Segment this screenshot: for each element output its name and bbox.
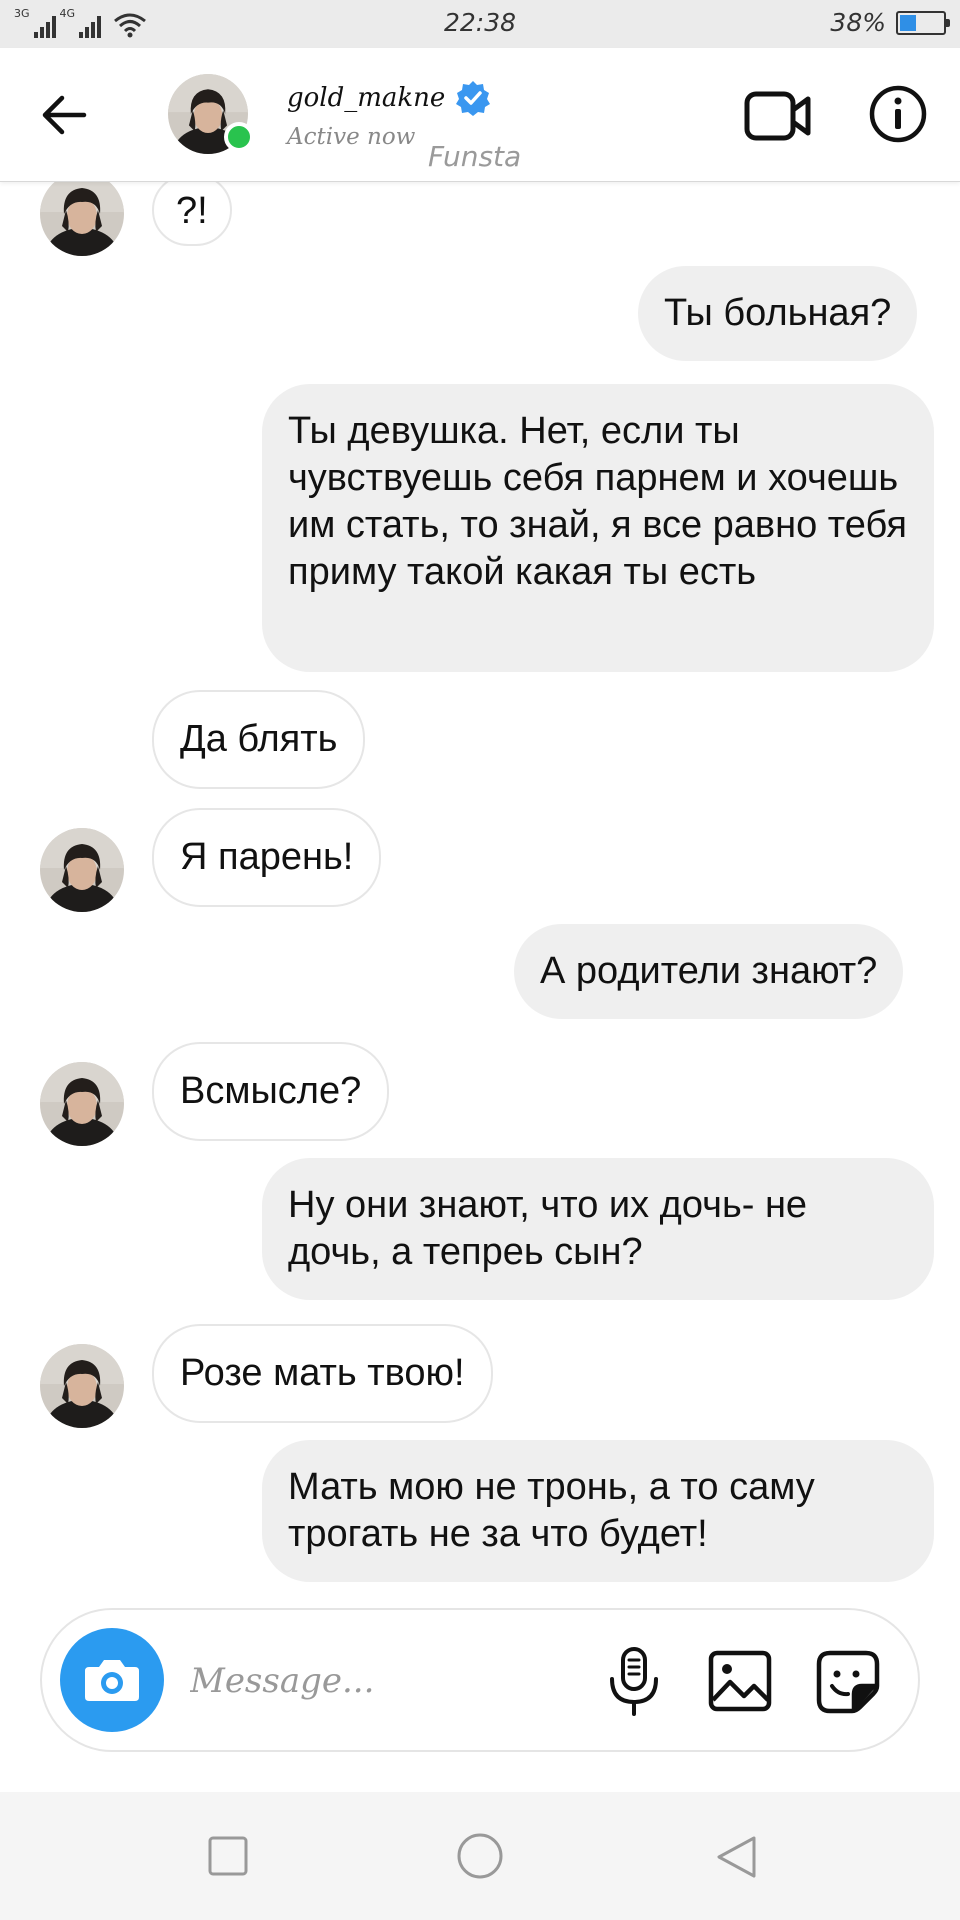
message-list[interactable]: ?! Ты больная? Ты девушка. Нет, если ты … [0, 182, 960, 1606]
sticker-icon[interactable] [816, 1650, 880, 1714]
verified-badge-icon [456, 81, 491, 116]
message-input[interactable] [190, 1656, 470, 1706]
funsta-tag: Funsta [428, 140, 522, 173]
online-status-dot [224, 122, 254, 152]
back-icon[interactable] [714, 1834, 758, 1880]
info-icon[interactable] [868, 84, 928, 144]
message-bubble-incoming[interactable]: ?! [152, 182, 232, 246]
avatar [40, 1344, 124, 1428]
active-status: Active now [287, 124, 416, 150]
status-time: 22:38 [443, 8, 517, 37]
camera-icon [85, 1660, 139, 1701]
sender-avatar[interactable] [40, 1062, 124, 1146]
recent-apps-icon[interactable] [208, 1836, 248, 1876]
battery-indicator: 38% [830, 8, 950, 37]
back-arrow-icon[interactable] [36, 90, 96, 140]
status-bar: 3G 4G 22:38 38% [0, 0, 960, 48]
home-icon[interactable] [456, 1832, 504, 1880]
contact-username: gold_makne [287, 83, 446, 113]
avatar [40, 1062, 124, 1146]
chat-header: gold_makne Active now Funsta [0, 48, 960, 182]
system-nav-bar [0, 1792, 960, 1920]
header-avatar[interactable] [168, 74, 254, 154]
avatar [40, 828, 124, 912]
message-bubble-outgoing[interactable]: А родители знают? [514, 924, 904, 1019]
avatar [40, 182, 124, 256]
message-bubble-outgoing[interactable]: Ты больная? [638, 266, 918, 361]
message-bubble-incoming[interactable]: Я парень! [152, 808, 382, 907]
message-bubble-incoming[interactable]: Да блять [152, 690, 366, 789]
message-composer [40, 1608, 920, 1752]
battery-percent: 38% [830, 8, 886, 37]
message-bubble-incoming[interactable]: Розе мать твою! [152, 1324, 493, 1423]
message-bubble-incoming[interactable]: Всмысле? [152, 1042, 390, 1141]
video-call-icon[interactable] [744, 88, 812, 144]
microphone-icon[interactable] [604, 1646, 664, 1718]
sender-avatar[interactable] [40, 1344, 124, 1428]
message-bubble-outgoing[interactable]: Мать мою не тронь, а то саму трогать не … [262, 1440, 934, 1582]
sender-avatar[interactable] [40, 828, 124, 912]
contact-name-row[interactable]: gold_makne [287, 80, 491, 116]
message-bubble-outgoing[interactable]: Ты девушка. Нет, если ты чувствуешь себя… [262, 384, 934, 672]
battery-icon [896, 10, 950, 35]
gallery-icon[interactable] [708, 1650, 772, 1712]
message-bubble-outgoing[interactable]: Ну они знают, что их дочь- не дочь, а те… [262, 1158, 934, 1300]
sender-avatar[interactable] [40, 182, 124, 256]
camera-button[interactable] [60, 1628, 164, 1732]
battery-fill [900, 14, 916, 31]
